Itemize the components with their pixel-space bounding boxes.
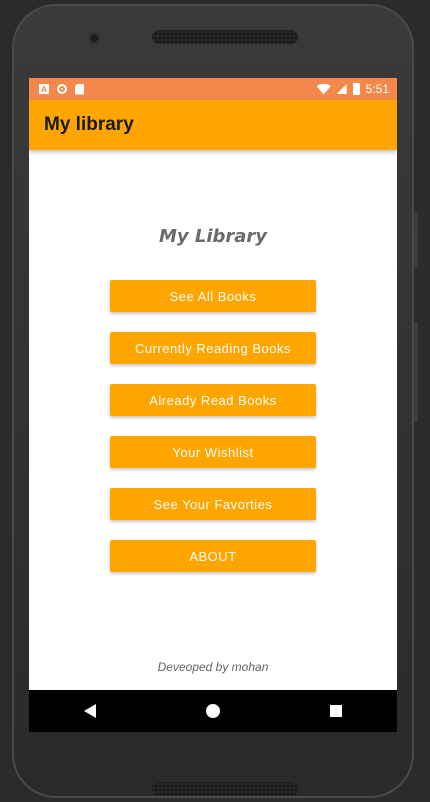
front-camera (88, 32, 100, 44)
signal-icon (336, 84, 347, 94)
already-read-books-button[interactable]: Already Read Books (110, 384, 316, 416)
app-title: My library (44, 114, 134, 135)
about-button[interactable]: ABOUT (110, 540, 316, 572)
app-bar: My library (29, 100, 397, 150)
home-button[interactable] (193, 691, 233, 731)
recent-apps-button[interactable] (316, 691, 356, 731)
your-wishlist-button[interactable]: Your Wishlist (110, 436, 316, 468)
currently-reading-books-button[interactable]: Currently Reading Books (110, 332, 316, 364)
wifi-icon (316, 83, 331, 95)
back-button[interactable] (70, 691, 110, 731)
earpiece-speaker (152, 30, 298, 44)
see-your-favorites-button[interactable]: See Your Favorties (110, 488, 316, 520)
record-icon (57, 84, 67, 94)
system-nav-bar (29, 690, 397, 732)
see-all-books-button[interactable]: See All Books (110, 280, 316, 312)
volume-button (414, 212, 418, 268)
status-bar: A 5:51 (29, 78, 397, 100)
screen: A 5:51 My library My Library See All Boo… (29, 78, 397, 732)
sd-card-icon (75, 83, 84, 95)
power-button (414, 322, 418, 422)
back-icon (84, 704, 97, 718)
developer-credit: Deveoped by mohan (157, 660, 269, 674)
status-time: 5:51 (365, 82, 389, 96)
bottom-speaker (152, 782, 298, 796)
recent-apps-icon (329, 705, 342, 717)
a-notification-icon: A (39, 84, 49, 94)
page-heading: My Library (158, 226, 268, 247)
home-icon (205, 704, 220, 718)
battery-icon (352, 83, 360, 95)
